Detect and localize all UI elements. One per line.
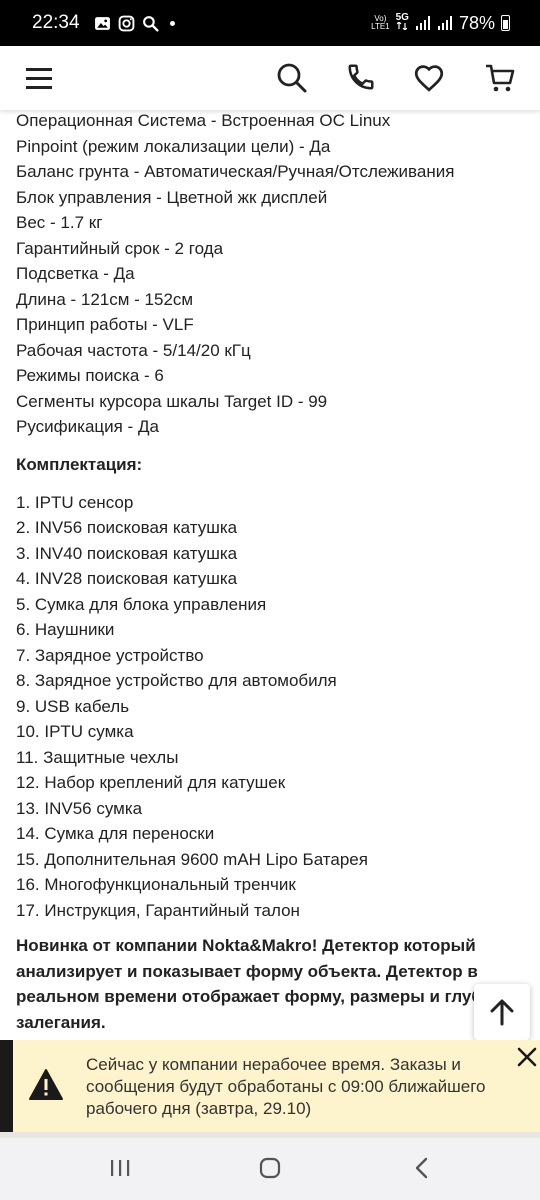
kit-item: 12. Набор креплений для катушек bbox=[16, 773, 286, 792]
menu-icon[interactable] bbox=[24, 64, 54, 97]
spec-item: Режимы поиска - 6 bbox=[16, 366, 164, 385]
system-navigation-bar bbox=[0, 1138, 540, 1200]
instagram-icon bbox=[118, 15, 134, 31]
notice-accent-bar bbox=[0, 1040, 13, 1132]
signal-icon-2 bbox=[437, 16, 452, 30]
spec-item: Блок управления - Цветной жк дисплей bbox=[16, 187, 328, 207]
phone-icon[interactable] bbox=[346, 62, 376, 97]
kit-item: 13. INV56 сумка bbox=[16, 798, 143, 818]
data-arrows-icon bbox=[396, 21, 408, 31]
kit-item: 16. Многофункциональный тренчик bbox=[16, 875, 296, 894]
kit-list: 1. IPTU сенсор 2. INV56 поисковая катушк… bbox=[16, 490, 526, 924]
kit-item: 4. INV28 поисковая катушка bbox=[16, 569, 238, 588]
signal-icon-1 bbox=[415, 16, 430, 30]
spec-item: Русификация - Да bbox=[16, 417, 159, 436]
search-icon[interactable] bbox=[276, 62, 308, 99]
kit-item: 14. Сумка для переноски bbox=[16, 824, 215, 843]
cart-icon[interactable] bbox=[484, 62, 516, 99]
status-bar: 22:34 Vo) LTE1 5G 78% bbox=[0, 0, 540, 46]
kit-item: 7. Зарядное устройство bbox=[16, 645, 204, 665]
battery-percent: 78% bbox=[458, 12, 495, 33]
recent-apps-icon[interactable] bbox=[108, 1156, 132, 1185]
close-icon[interactable] bbox=[514, 1044, 540, 1070]
back-icon[interactable] bbox=[410, 1156, 434, 1185]
product-description: Операционная Система - Встроенная ОС Lin… bbox=[16, 110, 526, 1035]
heart-icon[interactable] bbox=[414, 64, 444, 97]
battery-icon bbox=[501, 15, 510, 31]
spec-item: Сегменты курсора шкалы Target ID - 99 bbox=[16, 391, 328, 411]
spec-item: Баланс грунта - Автоматическая/Ручная/От… bbox=[16, 162, 455, 181]
scroll-to-top-button[interactable] bbox=[474, 984, 530, 1040]
kit-item: 2. INV56 поисковая катушка bbox=[16, 518, 238, 537]
arrow-up-icon bbox=[490, 999, 514, 1026]
kit-item: 15. Дополнительная 9600 mAH Lipo Батарея bbox=[16, 849, 368, 869]
off-hours-notice: Сейчас у компании нерабочее время. Заказ… bbox=[0, 1040, 540, 1132]
spec-item: Pinpoint (режим локализации цели) - Да bbox=[16, 136, 331, 156]
promo-text: Новинка от компании Nokta&Makro! Детекто… bbox=[16, 936, 513, 1032]
kit-item: 8. Зарядное устройство для автомобиля bbox=[16, 671, 337, 690]
kit-item: 10. IPTU сумка bbox=[16, 722, 134, 741]
kit-item: 3. INV40 поисковая катушка bbox=[16, 543, 238, 563]
kit-title: Комплектация: bbox=[16, 454, 143, 474]
spec-item: Вес - 1.7 кг bbox=[16, 213, 103, 232]
lte-label: LTE1 bbox=[371, 22, 390, 31]
kit-item: 6. Наушники bbox=[16, 620, 115, 639]
spec-item: Гарантийный срок - 2 года bbox=[16, 238, 224, 258]
app-header bbox=[0, 46, 540, 110]
kit-item: 1. IPTU сенсор bbox=[16, 492, 134, 512]
home-icon[interactable] bbox=[258, 1156, 282, 1185]
spec-item: Подсветка - Да bbox=[16, 264, 135, 283]
spec-item: Длина - 121см - 152см bbox=[16, 289, 194, 309]
spec-list: Операционная Система - Встроенная ОС Lin… bbox=[16, 108, 526, 440]
spec-item: Принцип работы - VLF bbox=[16, 315, 194, 334]
more-notifications-dot bbox=[169, 20, 175, 26]
kit-item: 11. Защитные чехлы bbox=[16, 747, 179, 767]
spec-item: Операционная Система - Встроенная ОС Lin… bbox=[16, 111, 391, 130]
kit-item: 5. Сумка для блока управления bbox=[16, 594, 267, 614]
search-notification-icon bbox=[142, 15, 159, 32]
kit-item: 9. USB кабель bbox=[16, 696, 130, 716]
gallery-icon bbox=[94, 16, 110, 30]
warning-icon bbox=[29, 1069, 63, 1100]
kit-item: 17. Инструкция, Гарантийный талон bbox=[16, 900, 300, 920]
notice-text: Сейчас у компании нерабочее время. Заказ… bbox=[86, 1055, 486, 1118]
spec-item: Рабочая частота - 5/14/20 кГц bbox=[16, 340, 251, 360]
status-time: 22:34 bbox=[32, 12, 80, 33]
